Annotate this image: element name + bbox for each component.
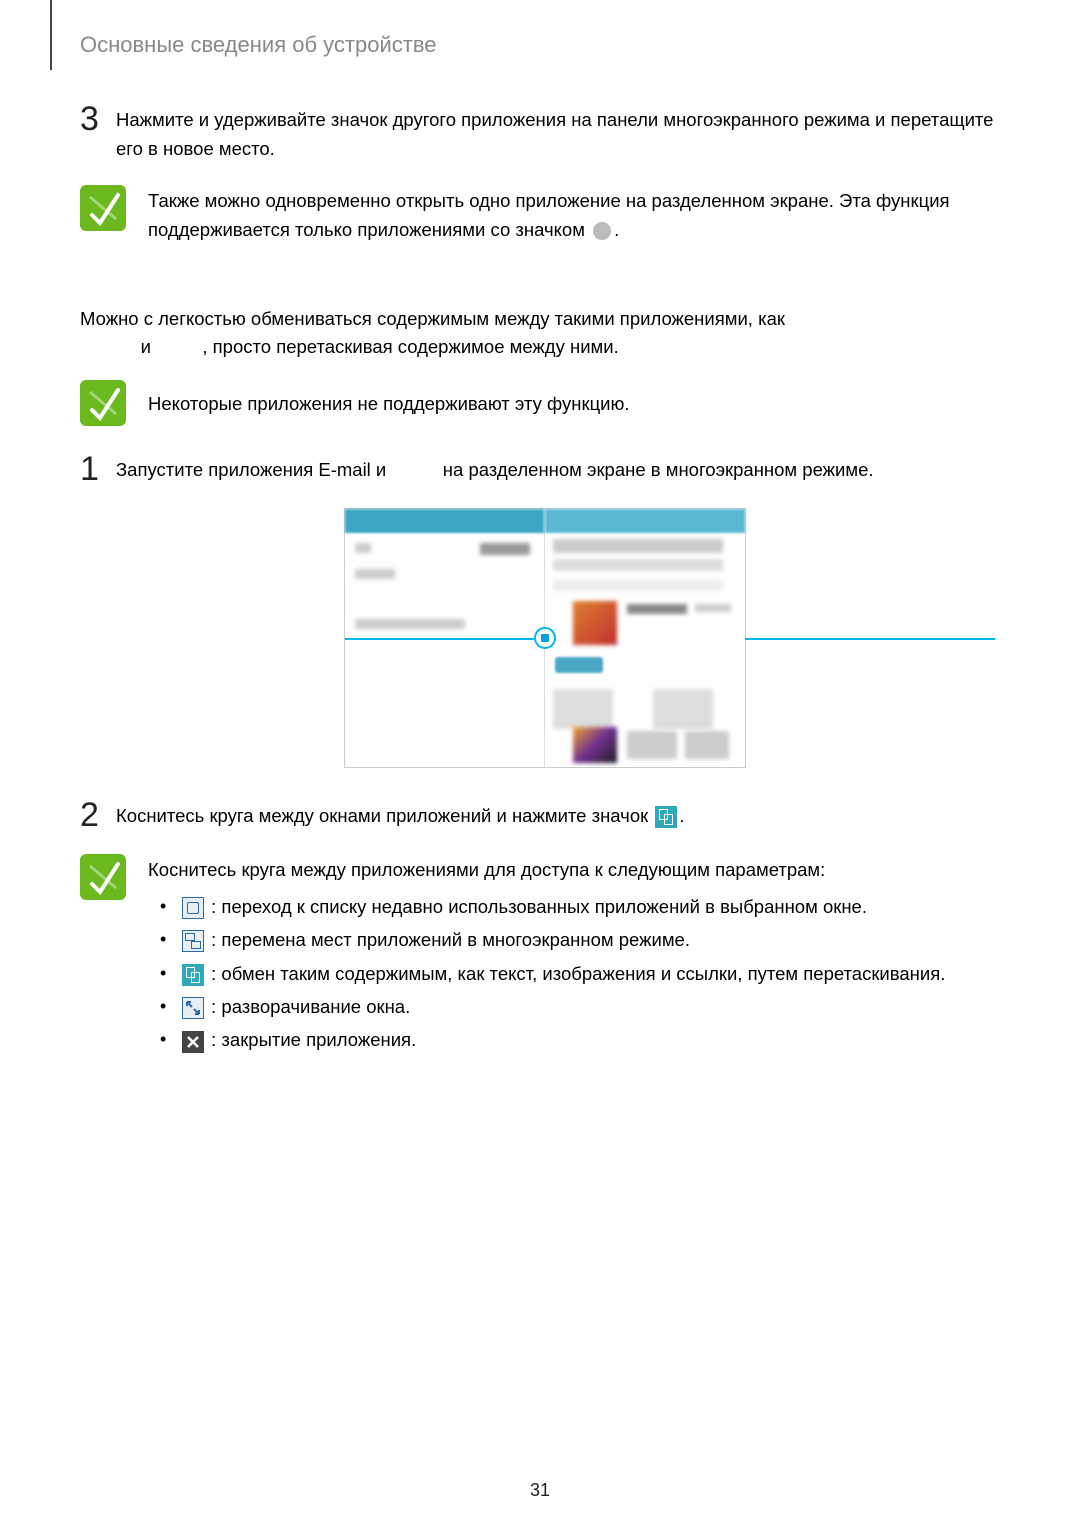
step-number: 2 <box>80 798 116 832</box>
list-item: : перемена мест приложений в многоэкранн… <box>148 924 1010 955</box>
list-item-text: : обмен таким содержимым, как текст, изо… <box>206 963 945 984</box>
step-3: 3 Нажмите и удерживайте значок другого п… <box>80 106 1010 163</box>
list-item-text: : разворачивание окна. <box>206 996 410 1017</box>
note-text: Коснитесь круга между приложениями для д… <box>148 854 1010 1058</box>
step-text: Запустите приложения E-mail и xxxxx на р… <box>116 456 1010 485</box>
share-content-icon <box>182 964 204 986</box>
split-app-badge-icon <box>593 222 611 240</box>
page-section-title: Основные сведения об устройстве <box>80 32 1010 58</box>
step-number: 1 <box>80 452 116 486</box>
close-icon <box>182 1031 204 1053</box>
list-item-text: : закрытие приложения. <box>206 1029 416 1050</box>
options-list: : переход к списку недавно использованны… <box>148 891 1010 1056</box>
note-text-part: . <box>614 219 619 240</box>
note-icon <box>80 185 126 231</box>
page-number: 31 <box>0 1480 1080 1501</box>
step-text-part: . <box>679 805 684 826</box>
step-text-part: Запустите приложения E-mail и <box>116 459 391 480</box>
step-text: Коснитесь круга между окнами приложений … <box>116 802 1010 831</box>
note-icon <box>80 380 126 426</box>
step-text-part: Коснитесь круга между окнами приложений … <box>116 805 653 826</box>
step-2: 2 Коснитесь круга между окнами приложени… <box>80 802 1010 832</box>
swap-windows-icon <box>182 930 204 952</box>
share-content-icon <box>655 806 677 828</box>
list-item: : разворачивание окна. <box>148 991 1010 1022</box>
list-item: : закрытие приложения. <box>148 1024 1010 1055</box>
note-icon <box>80 854 126 900</box>
multiwindow-illustration <box>344 508 746 768</box>
recent-apps-icon <box>182 897 204 919</box>
note-text: Некоторые приложения не поддерживают эту… <box>148 380 1010 419</box>
note-intro: Коснитесь круга между приложениями для д… <box>148 859 825 880</box>
maximize-icon <box>182 997 204 1019</box>
list-item-text: : переход к списку недавно использованны… <box>206 896 867 917</box>
note-block-2: Некоторые приложения не поддерживают эту… <box>80 380 1010 426</box>
multiwindow-circle-icon <box>534 627 556 649</box>
note-text-part: Также можно одновременно открыть одно пр… <box>148 190 950 240</box>
note-text: Также можно одновременно открыть одно пр… <box>148 185 1010 244</box>
list-item-text: : перемена мест приложений в многоэкранн… <box>206 929 690 950</box>
step-text: Нажмите и удерживайте значок другого при… <box>116 106 1010 163</box>
list-item: : обмен таким содержимым, как текст, изо… <box>148 958 1010 989</box>
intro-line: Можно с легкостью обмениваться содержимы… <box>80 308 785 329</box>
note-block-1: Также можно одновременно открыть одно пр… <box>80 185 1010 244</box>
intro-conj: и <box>136 336 157 357</box>
step-number: 3 <box>80 102 116 136</box>
list-item: : переход к списку недавно использованны… <box>148 891 1010 922</box>
intro-after: , просто перетаскивая содержимое между н… <box>202 336 618 357</box>
note-block-3: Коснитесь круга между приложениями для д… <box>80 854 1010 1058</box>
step-text-part: на разделенном экране в многоэкранном ре… <box>438 459 874 480</box>
step-1: 1 Запустите приложения E-mail и xxxxx на… <box>80 456 1010 486</box>
intro-paragraph: Можно с легкостью обмениваться содержимы… <box>80 305 1010 362</box>
